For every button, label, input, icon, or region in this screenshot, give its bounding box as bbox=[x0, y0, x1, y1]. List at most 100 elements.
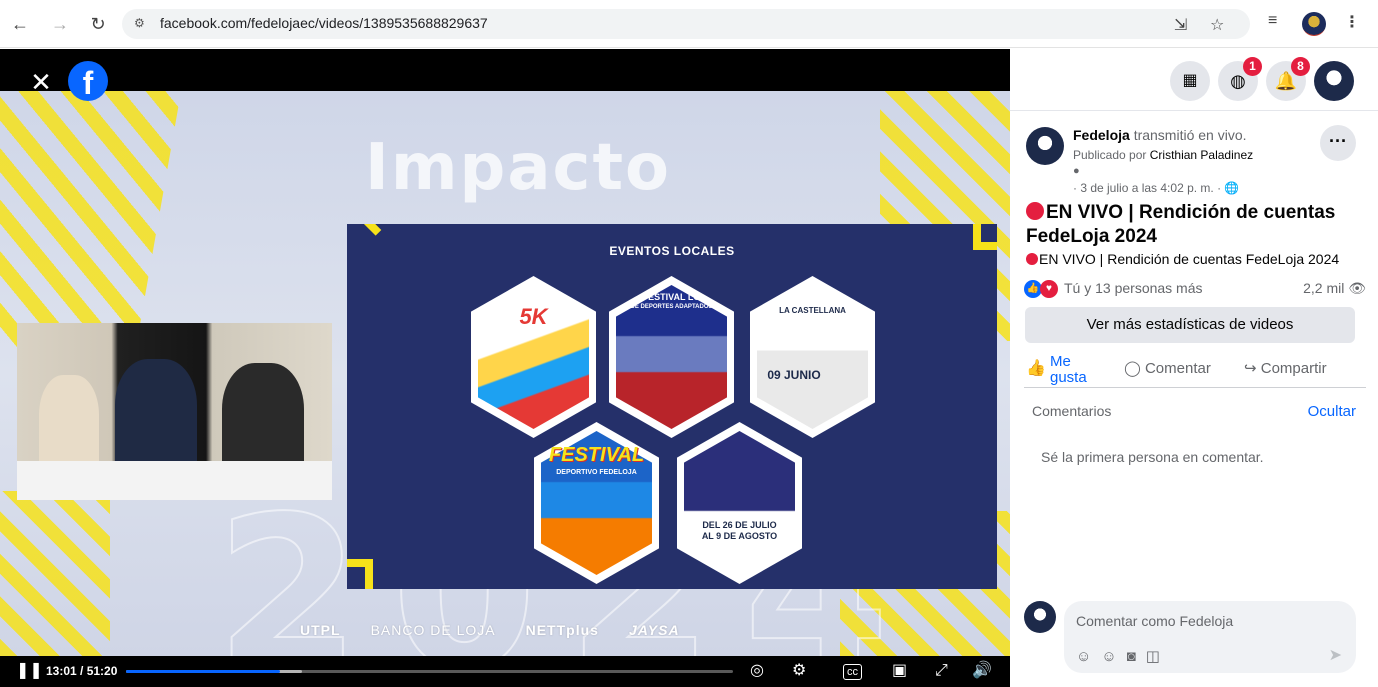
install-app-icon[interactable]: ⇲ bbox=[1174, 15, 1187, 35]
author-line: Fedeloja transmitió en vivo. bbox=[1073, 127, 1247, 143]
pause-icon[interactable]: ❚❚ bbox=[16, 661, 43, 681]
post-date-text[interactable]: · 3 de julio a las 4:02 p. m. · bbox=[1073, 181, 1221, 195]
event-la-castellana: LA CASTELLANA 09 JUNIO bbox=[750, 276, 875, 438]
post-description-text: EN VIVO | Rendición de cuentas FedeLoja … bbox=[1039, 251, 1340, 267]
forward-arrow-icon[interactable]: → bbox=[48, 12, 72, 36]
like-button[interactable]: 👍 Me gusta bbox=[1024, 352, 1104, 386]
slide-corner-bottom-left bbox=[347, 559, 373, 589]
event-5k-label: 5K bbox=[519, 304, 548, 329]
page-avatar[interactable] bbox=[1026, 127, 1064, 165]
live-comments-icon[interactable]: ◎ bbox=[750, 661, 764, 681]
live-dot-small-icon bbox=[1026, 253, 1038, 265]
reactions-row: 👍 ♥ Tú y 13 personas más 2,2 mil 👁 bbox=[1024, 279, 1366, 299]
slide-title: EVENTOS LOCALES bbox=[609, 244, 735, 258]
notifications-bell-icon[interactable]: 🔔 8 bbox=[1266, 57, 1310, 101]
presenter-center bbox=[115, 359, 197, 474]
comment-button[interactable]: ◯ Comentar bbox=[1124, 352, 1211, 386]
volume-icon[interactable]: 🔊 bbox=[972, 661, 992, 681]
emoji-icon[interactable]: ☺ bbox=[1101, 648, 1126, 665]
player-controls: ❚❚ 13:01 / 51:20 ◎ ⚙ cc ▣ ⤢ 🔊 bbox=[0, 656, 1010, 687]
menu-grid-icon[interactable]: ▦ bbox=[1170, 61, 1210, 101]
event-festival-adaptados-label: FESTIVAL LO bbox=[642, 292, 701, 302]
reading-list-icon[interactable]: ≡ bbox=[1268, 12, 1277, 30]
more-options-icon[interactable]: ··· bbox=[1320, 125, 1356, 161]
event-la-castellana-date: 09 JUNIO bbox=[767, 368, 821, 382]
video-player[interactable]: Impacto 2024 UTPL BANCO DE LOJA NETTplus… bbox=[0, 49, 1010, 687]
browser-menu-icon[interactable]: ⋮ bbox=[1344, 12, 1360, 32]
composer-avatar[interactable] bbox=[1024, 601, 1056, 633]
event-festival-deportivo-sub: DEPORTIVO FEDELOJA bbox=[556, 469, 637, 476]
page-name[interactable]: Fedeloja bbox=[1073, 127, 1130, 143]
sponsor-banco-de-loja: BANCO DE LOJA bbox=[370, 622, 496, 638]
globe-icon: 🌐 bbox=[1224, 181, 1240, 195]
comment-input[interactable]: Comentar como Fedeloja ☺☺◙◫ ➤ bbox=[1064, 601, 1356, 673]
timecode: 13:01 / 51:20 bbox=[46, 664, 118, 678]
mini-player-icon[interactable]: ▣ bbox=[892, 661, 907, 681]
progress-track[interactable] bbox=[126, 670, 733, 673]
views-count: 2,2 mil 👁 bbox=[1303, 280, 1366, 297]
published-by-name[interactable]: Cristhian Paladinez bbox=[1150, 148, 1253, 162]
address-bar[interactable]: ⚙ facebook.com/fedelojaec/videos/1389535… bbox=[122, 9, 1250, 39]
close-icon[interactable]: ✕ bbox=[26, 67, 56, 97]
post-title-text: EN VIVO | Rendición de cuentas FedeLoja … bbox=[1026, 202, 1336, 247]
facebook-top-icons: ▦ ◍ 1 🔔 8 bbox=[1010, 49, 1378, 111]
captions-icon[interactable]: cc bbox=[843, 664, 862, 680]
notifications-badge: 8 bbox=[1291, 57, 1310, 76]
settings-gear-icon[interactable]: ⚙ bbox=[792, 661, 806, 681]
share-button[interactable]: ↪ Compartir bbox=[1244, 352, 1327, 386]
event-julio-agosto-label: DEL 26 DE JULIO bbox=[702, 520, 777, 530]
comments-label: Comentarios bbox=[1032, 403, 1112, 419]
impacto-watermark: Impacto bbox=[365, 131, 671, 205]
sponsor-jaysa: JAYSA bbox=[628, 622, 680, 638]
reload-icon[interactable]: ↻ bbox=[86, 12, 110, 36]
comment-bubble-icon: ◯ bbox=[1124, 360, 1141, 377]
info-icon[interactable]: ● bbox=[1073, 165, 1080, 177]
sticker-icon[interactable]: ◫ bbox=[1146, 648, 1170, 665]
post-action-text: transmitió en vivo. bbox=[1133, 127, 1247, 143]
messenger-badge: 1 bbox=[1243, 57, 1262, 76]
send-icon[interactable]: ➤ bbox=[1329, 645, 1342, 665]
bookmark-star-icon[interactable]: ☆ bbox=[1210, 15, 1224, 35]
video-stats-button[interactable]: Ver más estadísticas de videos bbox=[1025, 307, 1355, 343]
published-by-prefix: Publicado por bbox=[1073, 148, 1147, 162]
composer-tools: ☺☺◙◫ bbox=[1076, 647, 1170, 665]
avatar-sticker-icon[interactable]: ☺ bbox=[1076, 648, 1101, 665]
share-arrow-icon: ↪ bbox=[1244, 360, 1257, 377]
post-description: EN VIVO | Rendición de cuentas FedeLoja … bbox=[1026, 251, 1339, 267]
share-label: Compartir bbox=[1260, 360, 1327, 377]
comments-header: Comentarios Ocultar bbox=[1032, 403, 1356, 420]
video-frame: Impacto 2024 UTPL BANCO DE LOJA NETTplus… bbox=[0, 91, 1010, 656]
events-slide: EVENTOS LOCALES 5K FESTIVAL LO DE DEPORT… bbox=[347, 224, 997, 589]
presenter-left bbox=[39, 375, 99, 475]
comment-label: Comentar bbox=[1144, 360, 1211, 377]
event-festival-adaptados: FESTIVAL LO DE DEPORTES ADAPTADOS bbox=[609, 276, 734, 438]
messenger-icon[interactable]: ◍ 1 bbox=[1218, 57, 1262, 101]
post-actions: 👍 Me gusta ◯ Comentar ↪ Compartir bbox=[1024, 352, 1366, 388]
camera-icon[interactable]: ◙ bbox=[1127, 648, 1146, 665]
browser-profile-avatar[interactable] bbox=[1302, 12, 1326, 36]
webcam-overlay bbox=[17, 323, 332, 500]
sponsor-nettplus: NETTplus bbox=[525, 622, 599, 638]
site-info-icon[interactable]: ⚙ bbox=[134, 15, 150, 31]
browser-toolbar: ← → ↻ ⚙ facebook.com/fedelojaec/videos/1… bbox=[0, 0, 1378, 48]
comment-placeholder: Comentar como Fedeloja bbox=[1076, 613, 1234, 629]
event-julio-agosto: DEL 26 DE JULIO AL 9 DE AGOSTO bbox=[677, 422, 802, 584]
facebook-logo-icon[interactable]: f bbox=[68, 61, 108, 101]
event-5k: 5K bbox=[471, 276, 596, 438]
sponsors-row: UTPL BANCO DE LOJA NETTplus JAYSA bbox=[300, 616, 680, 644]
published-by-line: Publicado por Cristhian Paladinez bbox=[1073, 148, 1253, 162]
hide-comments-link[interactable]: Ocultar bbox=[1308, 403, 1356, 420]
love-reaction-icon: ♥ bbox=[1040, 280, 1058, 298]
eye-icon: 👁 bbox=[1348, 280, 1366, 296]
fullscreen-icon[interactable]: ⤢ bbox=[935, 661, 948, 681]
reactions-text[interactable]: Tú y 13 personas más bbox=[1064, 280, 1203, 296]
post-date: · 3 de julio a las 4:02 p. m. · 🌐 bbox=[1073, 181, 1239, 195]
event-festival-adaptados-sub: DE DEPORTES ADAPTADOS bbox=[630, 304, 713, 310]
thumbs-up-icon: 👍 bbox=[1026, 360, 1046, 377]
url-text[interactable]: facebook.com/fedelojaec/videos/138953568… bbox=[160, 15, 488, 31]
yellow-stripes-left bbox=[0, 91, 185, 351]
back-arrow-icon[interactable]: ← bbox=[8, 12, 32, 36]
yellow-stripes-bottom-left bbox=[0, 491, 110, 656]
progress-bar bbox=[126, 670, 280, 673]
profile-avatar[interactable] bbox=[1314, 61, 1354, 101]
